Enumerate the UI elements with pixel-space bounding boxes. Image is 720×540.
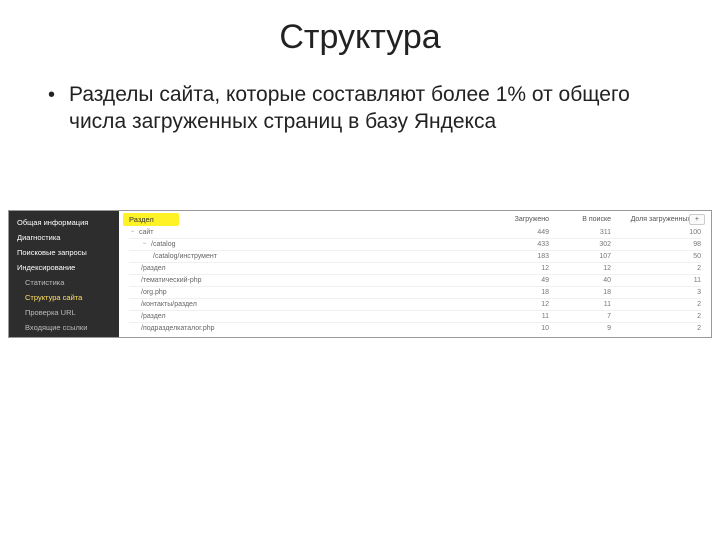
slide: Структура • Разделы сайта, которые соста… <box>0 0 720 540</box>
cell: 9 <box>549 325 611 332</box>
cell: 183 <box>487 253 549 260</box>
sidebar-item[interactable]: Проверка URL <box>9 305 119 320</box>
content-panel: + Раздел Загружено В поиске Доля загруже… <box>119 211 711 337</box>
table-row: /раздел12122 <box>129 262 701 274</box>
cell: 2 <box>611 265 701 272</box>
cell: 11 <box>611 277 701 284</box>
row-name[interactable]: −/catalog <box>129 241 487 248</box>
table-row: /подразделкаталог.php 1092 <box>129 322 701 334</box>
cell: 311 <box>549 229 611 236</box>
row-label: /контакты/раздел <box>141 301 197 308</box>
sidebar-item[interactable]: Структура сайта <box>9 290 119 305</box>
table-row: /org.php18183 <box>129 286 701 298</box>
row-name[interactable]: /тематический-php <box>129 277 487 284</box>
sidebar-item[interactable]: Настройка индексирования <box>9 335 119 338</box>
row-label: /раздел <box>141 265 166 272</box>
bullet-dot: • <box>48 81 69 135</box>
cell: 3 <box>611 289 701 296</box>
cell: 12 <box>487 301 549 308</box>
bullet-text: Разделы сайта, которые составляют более … <box>69 81 680 135</box>
cell: 18 <box>487 289 549 296</box>
row-name[interactable]: /catalog/инструмент <box>129 253 487 260</box>
tree-toggle-icon[interactable]: − <box>129 229 136 236</box>
row-name[interactable]: /раздел <box>129 313 487 320</box>
table-row: /тематический-php 494011 <box>129 274 701 286</box>
slide-title: Структура <box>0 0 720 81</box>
table-row: /catalog/инструмент 18310750 <box>129 250 701 262</box>
sidebar-item[interactable]: Входящие ссылки <box>9 320 119 335</box>
bullet-item: • Разделы сайта, которые составляют боле… <box>0 81 720 135</box>
table-body: −сайт449311100−/catalog43330298/catalog/… <box>119 227 711 334</box>
col-in-search[interactable]: В поиске <box>549 216 611 223</box>
row-name[interactable]: /org.php <box>129 289 487 296</box>
webmaster-screenshot: Общая информацияДиагностикаПоисковые зап… <box>8 210 712 338</box>
cell: 2 <box>611 301 701 308</box>
row-name[interactable]: −сайт <box>129 229 487 236</box>
col-loaded[interactable]: Загружено <box>487 216 549 223</box>
row-label: /тематический-php <box>141 277 202 284</box>
row-label: /org.php <box>141 289 167 296</box>
table-row: −/catalog43330298 <box>129 238 701 250</box>
sidebar-item[interactable]: Статистика <box>9 275 119 290</box>
row-label: сайт <box>139 229 154 236</box>
cell: 11 <box>487 313 549 320</box>
table-header: Раздел Загружено В поиске Доля загруженн… <box>119 211 711 227</box>
cell: 50 <box>611 253 701 260</box>
cell: 449 <box>487 229 549 236</box>
cell: 10 <box>487 325 549 332</box>
table-row: −сайт449311100 <box>129 227 701 238</box>
add-button[interactable]: + <box>689 214 705 225</box>
sidebar-item[interactable]: Общая информация <box>9 215 119 230</box>
cell: 7 <box>549 313 611 320</box>
cell: 433 <box>487 241 549 248</box>
cell: 49 <box>487 277 549 284</box>
cell: 12 <box>487 265 549 272</box>
table-row: /контакты/раздел 12112 <box>129 298 701 310</box>
cell: 2 <box>611 313 701 320</box>
table-row: /раздел 1172 <box>129 310 701 322</box>
row-name[interactable]: /раздел <box>129 265 487 272</box>
cell: 2 <box>611 325 701 332</box>
cell: 107 <box>549 253 611 260</box>
cell: 18 <box>549 289 611 296</box>
row-label: /catalog <box>151 241 176 248</box>
sidebar: Общая информацияДиагностикаПоисковые зап… <box>9 211 119 337</box>
cell: 12 <box>549 265 611 272</box>
row-label: /catalog/инструмент <box>153 253 217 260</box>
cell: 302 <box>549 241 611 248</box>
cell: 11 <box>549 301 611 308</box>
cell: 98 <box>611 241 701 248</box>
cell: 100 <box>611 229 701 236</box>
col-section: Раздел <box>129 215 487 224</box>
row-name[interactable]: /подразделкаталог.php <box>129 325 487 332</box>
sidebar-item[interactable]: Поисковые запросы <box>9 245 119 260</box>
col-share[interactable]: Доля загруженных, % <box>611 216 701 223</box>
cell: 40 <box>549 277 611 284</box>
row-name[interactable]: /контакты/раздел <box>129 301 487 308</box>
tree-toggle-icon[interactable]: − <box>141 241 148 248</box>
row-label: /раздел <box>141 313 166 320</box>
row-label: /подразделкаталог.php <box>141 325 215 332</box>
sidebar-item[interactable]: Диагностика <box>9 230 119 245</box>
sidebar-item[interactable]: Индексирование <box>9 260 119 275</box>
